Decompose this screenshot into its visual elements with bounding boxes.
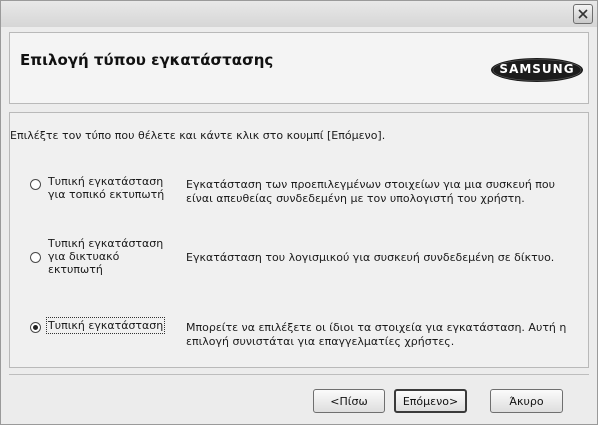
label-line: Τυπική εγκατάσταση bbox=[48, 237, 164, 250]
radio-local-printer[interactable] bbox=[30, 179, 41, 190]
label-line: εκτυπωτή bbox=[48, 263, 103, 276]
option-custom-label: Τυπική εγκατάσταση bbox=[45, 317, 166, 334]
desc-line: Εγκατάσταση των προεπιλεγμένων στοιχείων… bbox=[186, 178, 556, 191]
next-button[interactable]: Επόμενο> bbox=[394, 389, 467, 413]
radio-custom[interactable] bbox=[30, 322, 41, 333]
label-line: Τυπική εγκατάσταση bbox=[48, 319, 164, 332]
close-icon bbox=[578, 9, 588, 19]
radio-selected-dot bbox=[33, 325, 38, 330]
instruction-text: Επιλέξτε τον τύπο που θέλετε και κάντε κ… bbox=[10, 129, 386, 142]
installer-dialog: Επιλογή τύπου εγκατάστασης SAMSUNG Επιλέ… bbox=[0, 0, 598, 425]
title-bar bbox=[1, 1, 597, 27]
radio-network-printer[interactable] bbox=[30, 252, 41, 263]
option-local-printer-label: Τυπική εγκατάσταση για τοπικό εκτυπωτή bbox=[48, 175, 164, 201]
back-button[interactable]: <Πίσω bbox=[313, 389, 385, 413]
footer-divider bbox=[9, 374, 589, 375]
desc-line: Εγκατάσταση του λογισμικού για συσκευή σ… bbox=[186, 251, 555, 264]
option-local-printer-description: Εγκατάσταση των προεπιλεγμένων στοιχείων… bbox=[186, 178, 576, 206]
cancel-button[interactable]: Άκυρο bbox=[490, 389, 563, 413]
option-custom-description: Μπορείτε να επιλέξετε οι ίδιοι τα στοιχε… bbox=[186, 321, 576, 349]
option-network-printer-label: Τυπική εγκατάσταση για δικτυακό εκτυπωτή bbox=[48, 237, 163, 276]
label-line: για δικτυακό bbox=[48, 250, 120, 263]
desc-line: Μπορείτε να επιλέξετε οι ίδιοι τα στοιχε… bbox=[186, 321, 567, 334]
option-network-printer-description: Εγκατάσταση του λογισμικού για συσκευή σ… bbox=[186, 251, 576, 265]
options-panel: Επιλέξτε τον τύπο που θέλετε και κάντε κ… bbox=[9, 112, 589, 368]
page-title: Επιλογή τύπου εγκατάστασης bbox=[20, 51, 274, 69]
samsung-logo-text: SAMSUNG bbox=[499, 62, 575, 76]
close-button[interactable] bbox=[573, 4, 593, 24]
desc-line: επιλογή συνιστάται για επαγγελματίες χρή… bbox=[186, 335, 455, 348]
label-line: για τοπικό εκτυπωτή bbox=[48, 188, 165, 201]
label-line: Τυπική εγκατάσταση bbox=[48, 175, 164, 188]
dialog-header: Επιλογή τύπου εγκατάστασης SAMSUNG bbox=[9, 32, 589, 104]
desc-line: είναι απευθείας συνδεδεμένη με τον υπολο… bbox=[186, 192, 525, 205]
